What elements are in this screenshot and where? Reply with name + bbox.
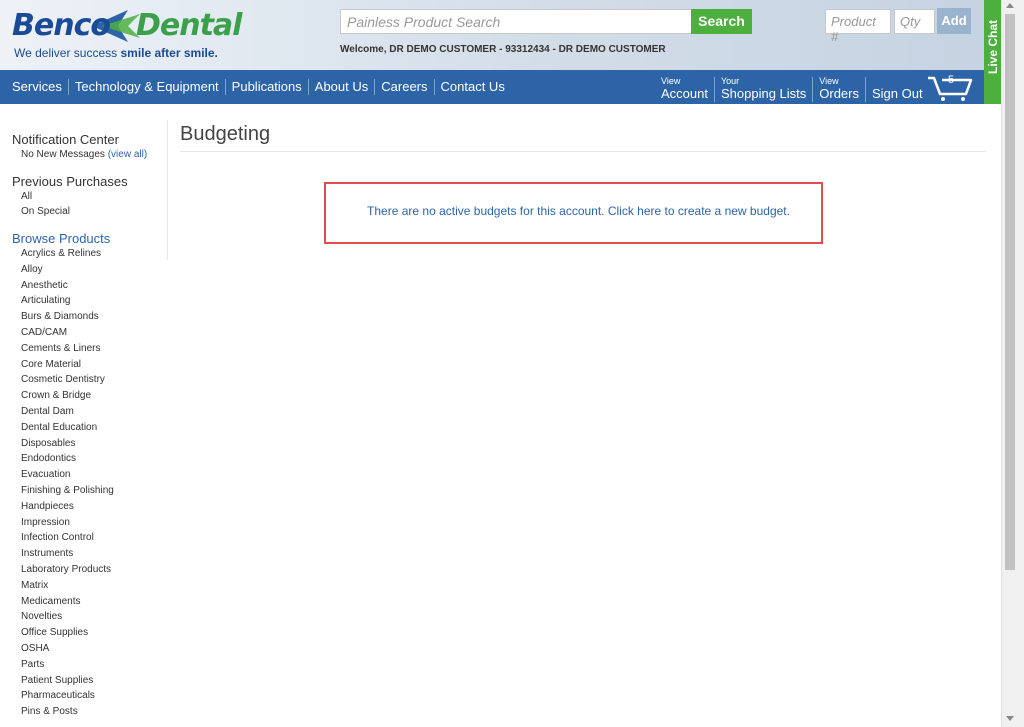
sidebar-divider [167,120,168,260]
browse-category-item[interactable]: Matrix [21,578,168,594]
main-nav: Services Technology & Equipment Publicat… [0,70,984,104]
nav-careers[interactable]: Careers [375,79,435,95]
browse-category-item[interactable]: Pharmaceuticals [21,688,168,704]
browse-category-item[interactable]: Evacuation [21,467,168,483]
browse-category-item[interactable]: Novelties [21,609,168,625]
browse-category-item[interactable]: Core Material [21,357,168,373]
browse-products-heading[interactable]: Browse Products [12,231,168,246]
browse-category-item[interactable]: Impression [21,515,168,531]
no-budgets-notice: There are no active budgets for this acc… [324,182,823,244]
live-chat-label: Live Chat [986,20,1000,75]
browse-category-item[interactable]: Handpieces [21,499,168,515]
scroll-up-arrow-icon[interactable] [1006,3,1014,8]
quantity-input[interactable]: Qty [894,9,935,34]
browse-category-item[interactable]: Parts [21,657,168,673]
browse-category-item[interactable]: Pins & Posts [21,704,168,720]
nav-menu: Services Technology & Equipment Publicat… [6,70,511,104]
browse-category-item[interactable]: Instruments [21,546,168,562]
logo-wordmark: Benco Dental [12,8,242,43]
browse-category-item[interactable]: Medicaments [21,594,168,610]
previous-purchases-heading: Previous Purchases [12,174,128,189]
browse-category-item[interactable]: Infection Control [21,530,168,546]
browse-category-item[interactable]: Laboratory Products [21,562,168,578]
nav-shopping-lists[interactable]: Your Shopping Lists [715,77,814,102]
product-search-input[interactable]: Painless Product Search [340,9,692,34]
nav-contact-us[interactable]: Contact Us [435,79,511,95]
view-all-messages-link[interactable]: (view all) [108,149,147,160]
cart-count-badge: 5 [948,74,955,86]
live-chat-button[interactable]: Live Chat [984,0,1001,104]
browse-category-item[interactable]: Patient Supplies [21,673,168,689]
nav-view-account[interactable]: View Account [655,77,715,102]
nav-publications[interactable]: Publications [226,79,309,95]
account-menu: View Account Your Shopping Lists View Order… [655,74,929,102]
browse-category-item[interactable]: Articulating [21,293,168,309]
browse-category-item[interactable]: Alloy [21,262,168,278]
site-header: Benco Dental We deliver success smile aft… [0,0,984,70]
browse-category-item[interactable]: Finishing & Polishing [21,483,168,499]
browse-category-item[interactable]: Cements & Liners [21,341,168,357]
browse-category-item[interactable]: Cosmetic Dentistry [21,372,168,388]
notification-status: No New Messages (view all) [21,149,148,160]
browse-category-item[interactable]: CAD/CAM [21,325,168,341]
benco-dental-logo[interactable]: Benco Dental We deliver success smile aft… [12,6,242,62]
page-title: Budgeting [180,123,271,145]
browse-category-item[interactable]: Crown & Bridge [21,388,168,404]
search-button[interactable]: Search [691,9,752,34]
browse-category-item[interactable]: Endodontics [21,451,168,467]
browse-products-list: Acrylics & Relines Alloy Anesthetic Articul… [21,246,168,720]
browse-category-item[interactable]: Acrylics & Relines [21,246,168,262]
add-to-cart-button[interactable]: Add [937,8,971,34]
nav-about-us[interactable]: About Us [309,79,376,95]
browse-category-item[interactable]: OSHA [21,641,168,657]
browse-category-item[interactable]: Disposables [21,436,168,452]
scroll-thumb[interactable] [1005,14,1015,570]
create-budget-link[interactable]: There are no active budgets for this acc… [326,204,821,218]
scroll-down-arrow-icon[interactable] [1006,716,1014,721]
sidebar: Notification Center No New Messages (vie… [12,120,168,720]
welcome-message: Welcome, DR DEMO CUSTOMER - 93312434 - D… [340,44,666,55]
previous-purchases-on-special[interactable]: On Special [21,204,168,219]
title-divider [180,151,986,152]
browse-category-item[interactable]: Anesthetic [21,278,168,294]
product-number-input[interactable]: Product # [825,9,891,44]
nav-services[interactable]: Services [6,79,69,95]
previous-purchases-all[interactable]: All [21,189,168,204]
page-scrollbar[interactable] [1001,0,1024,727]
logo-tagline: We deliver success smile after smile. [14,46,218,60]
nav-technology-equipment[interactable]: Technology & Equipment [69,79,226,95]
notification-center-heading: Notification Center [12,132,119,147]
browse-category-item[interactable]: Dental Dam [21,404,168,420]
browse-category-item[interactable]: Office Supplies [21,625,168,641]
browse-category-item[interactable]: Dental Education [21,420,168,436]
nav-sign-out[interactable]: Sign Out [866,86,929,102]
nav-view-orders[interactable]: View Orders [813,77,866,102]
browse-category-item[interactable]: Burs & Diamonds [21,309,168,325]
